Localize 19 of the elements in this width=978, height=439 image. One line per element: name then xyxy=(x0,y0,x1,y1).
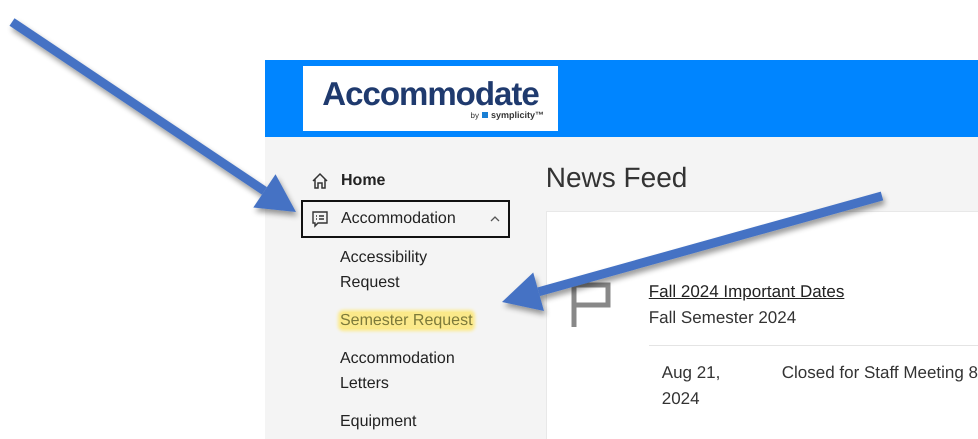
event-text: Closed for Staff Meeting 8 xyxy=(782,362,978,384)
nav-subitem[interactable]: Accessibility Request xyxy=(340,245,470,295)
logo-byline: by xyxy=(470,110,479,120)
nav-item[interactable]: Accommodation xyxy=(301,200,510,238)
date-text: Aug 21, 2024 xyxy=(662,362,722,410)
nav-subitem[interactable]: Equipment xyxy=(340,409,470,434)
logo[interactable]: Accommodate by symplicity™ xyxy=(303,66,558,131)
nav-subitem[interactable]: Accommodation Letters xyxy=(340,346,470,396)
logo-name: Accommodate xyxy=(322,77,539,110)
flag-icon xyxy=(570,282,611,327)
logo-brand: symplicity™ xyxy=(490,110,544,120)
news-title-link[interactable]: Fall 2024 Important Dates xyxy=(648,282,844,301)
square-icon xyxy=(482,112,488,118)
home-icon xyxy=(311,172,329,190)
nav-subitem[interactable]: Semester Request xyxy=(340,312,473,329)
news-subtitle: Fall Semester 2024 xyxy=(648,308,798,328)
page-title: News Feed xyxy=(546,161,688,195)
nav-item[interactable]: Home xyxy=(301,162,510,200)
message-icon xyxy=(311,210,329,228)
